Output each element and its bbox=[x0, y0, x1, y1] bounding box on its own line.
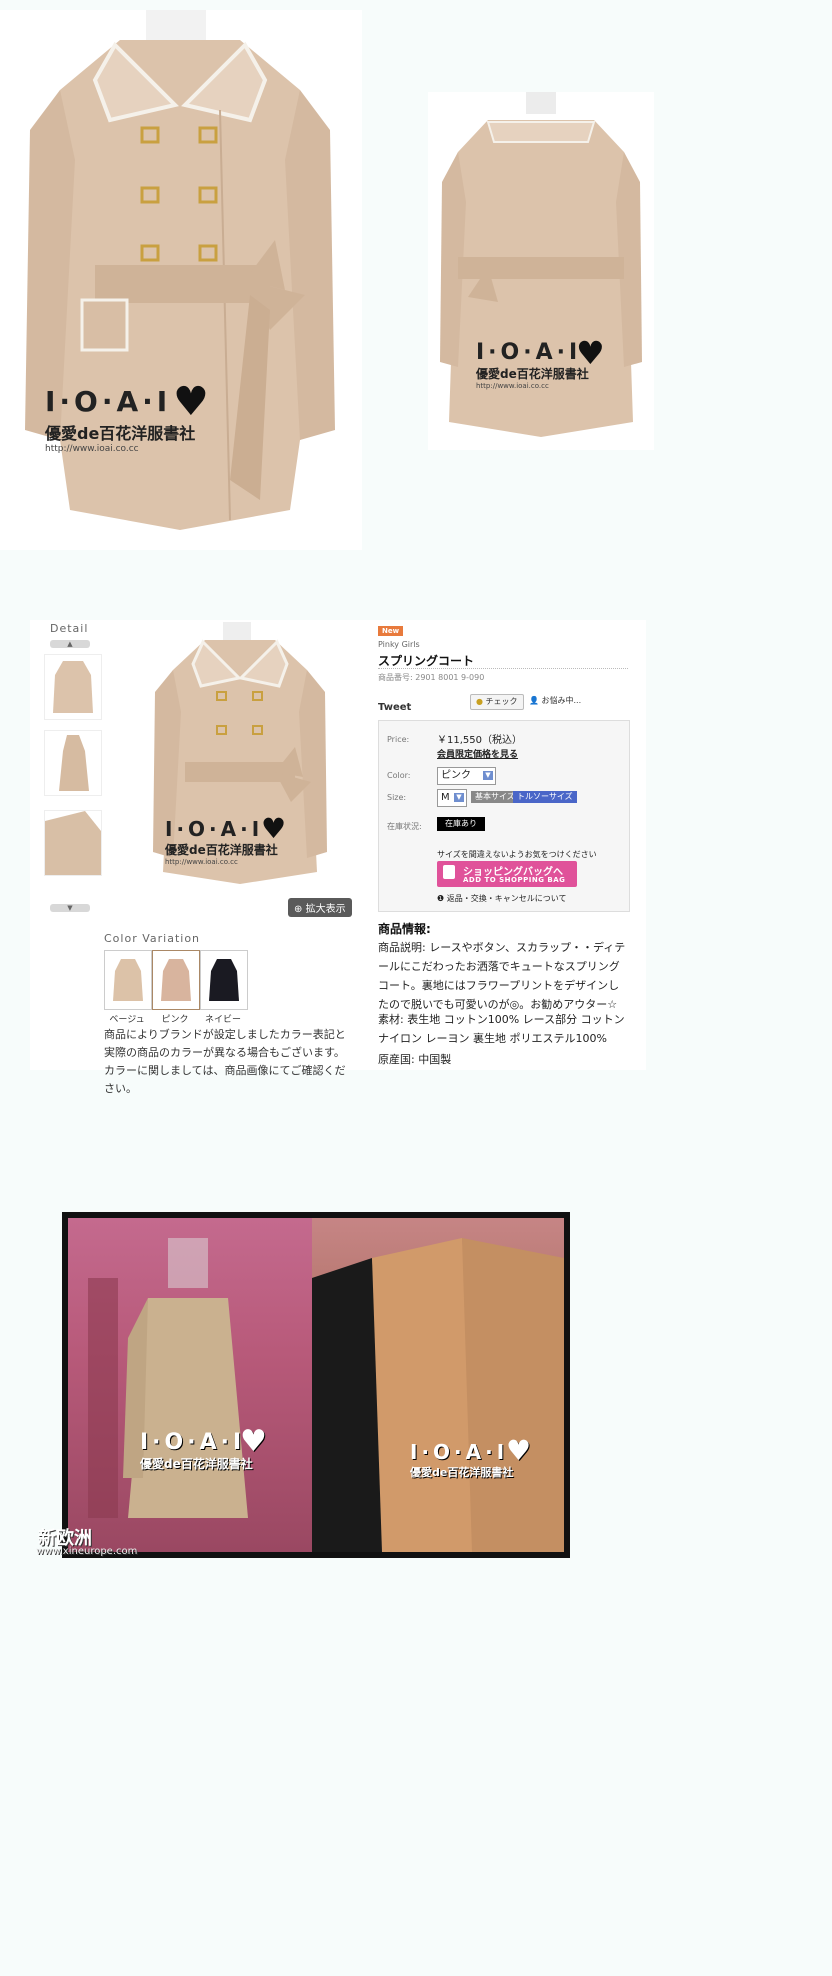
color-disclaimer: 商品によりブランドが設定しましたカラー表記と実際の商品のカラーが異なる場合もござ… bbox=[104, 1028, 346, 1095]
watermark-title: I·O·A·I bbox=[410, 1440, 509, 1464]
color-select[interactable]: ピンク ▼ bbox=[437, 767, 496, 785]
magnifier-icon: ⊕ bbox=[294, 904, 303, 915]
info-heading: 商品情報: bbox=[378, 922, 431, 936]
watermark-title: I·O·A·I bbox=[476, 340, 582, 365]
info-material: 素材: 表生地 コットン100% レース部分 コットン ナイロン レーヨン 裏生… bbox=[378, 1013, 625, 1045]
color-swatch-name: ピンク bbox=[161, 1015, 189, 1025]
watermark-back: I·O·A·I ♥ 優愛de百花洋服書社 http://www.ioai.co.… bbox=[476, 334, 605, 390]
divider bbox=[378, 668, 628, 669]
purchase-box: Price: ￥11,550（税込） 会員限定価格を見る Color: ピンク … bbox=[378, 720, 630, 912]
tweet-link[interactable]: Tweet bbox=[378, 702, 411, 713]
site-url: www.xineurope.com bbox=[36, 1546, 138, 1557]
zoom-button[interactable]: ⊕ 拡大表示 bbox=[288, 898, 352, 917]
watermark-url: http://www.ioai.co.cc bbox=[45, 444, 139, 454]
color-select-value: ピンク bbox=[441, 770, 471, 781]
shopping-bag-icon bbox=[443, 865, 455, 879]
new-badge: New bbox=[378, 626, 404, 636]
help-button[interactable]: 👤 お悩み中... bbox=[524, 694, 586, 708]
color-swatch-beige[interactable] bbox=[104, 950, 152, 1010]
info-origin: 原産国: 中国製 bbox=[378, 1053, 452, 1066]
heart-icon: ♥ bbox=[261, 812, 287, 845]
chevron-down-icon: ▼ bbox=[454, 793, 464, 802]
return-policy-label: 返品・交換・キャンセルについて bbox=[446, 894, 567, 903]
watermark-subtitle: 優愛de百花洋服書社 bbox=[410, 1466, 514, 1479]
watermark-title: I·O·A·I bbox=[140, 1430, 246, 1455]
store-photo-right bbox=[312, 1218, 564, 1552]
add-to-bag-button[interactable]: ショッピングバッグへ ADD TO SHOPPING BAG bbox=[437, 861, 577, 887]
product-page-block: Detail ▲ ▼ I·O·A·I ♥ 優愛de百花洋服書社 http://w… bbox=[30, 620, 646, 1095]
color-swatch-name: ネイビー bbox=[204, 1015, 241, 1025]
thumbnail-2[interactable] bbox=[44, 730, 102, 796]
watermark-store-right: I·O·A·I ♥ 優愛de百花洋服書社 bbox=[410, 1434, 531, 1480]
person-icon: 👤 bbox=[529, 696, 539, 705]
color-label: Color: bbox=[387, 771, 411, 780]
thumbnail-1[interactable] bbox=[44, 654, 102, 720]
zoom-button-label: 拡大表示 bbox=[305, 904, 346, 915]
color-swatch-pink[interactable] bbox=[152, 950, 200, 1010]
check-icon: ● bbox=[476, 697, 483, 706]
watermark-subtitle: 優愛de百花洋服書社 bbox=[140, 1457, 253, 1471]
watermark-main: I·O·A·I ♥ 優愛de百花洋服書社 http://www.ioai.co.… bbox=[165, 812, 286, 866]
check-button[interactable]: ● チェック bbox=[470, 694, 524, 710]
heart-icon: ♥ bbox=[576, 334, 605, 372]
coat-front-illustration bbox=[25, 10, 335, 530]
member-price-link[interactable]: 会員限定価格を見る bbox=[437, 747, 518, 760]
info-description: 商品説明: レースやボタン、スカラップ・・ディテールにこだわったお洒落でキュート… bbox=[378, 941, 626, 1011]
thumbnail-3[interactable] bbox=[44, 810, 102, 876]
alert-icon: ❶ bbox=[437, 894, 445, 903]
product-name: スプリングコート bbox=[378, 654, 475, 668]
heart-icon: ♥ bbox=[173, 379, 209, 425]
size-warning: サイズを間違えないようお気をつけください bbox=[437, 850, 597, 859]
coat-back-illustration bbox=[440, 92, 642, 437]
basic-size-button[interactable]: 基本サイズ bbox=[471, 791, 519, 803]
product-photo-front: I·O·A·I ♥ 優愛de百花洋服書社 http://www.ioai.co.… bbox=[0, 10, 362, 550]
product-photo-back: I·O·A·I ♥ 優愛de百花洋服書社 http://www.ioai.co.… bbox=[428, 92, 654, 450]
price-label: Price: bbox=[387, 735, 410, 744]
thumb-up-arrow[interactable]: ▲ bbox=[50, 640, 90, 648]
check-button-label: チェック bbox=[485, 697, 518, 706]
color-swatch-navy[interactable] bbox=[200, 950, 248, 1010]
watermark-url: http://www.ioai.co.cc bbox=[476, 382, 549, 390]
heart-icon: ♥ bbox=[240, 1424, 267, 1459]
size-select[interactable]: M ▼ bbox=[437, 789, 467, 807]
brand-name[interactable]: Pinky Girls bbox=[378, 640, 420, 649]
watermark-front: I·O·A·I ♥ 優愛de百花洋服書社 http://www.ioai.co.… bbox=[45, 379, 209, 454]
watermark-store-left: I·O·A·I ♥ 優愛de百花洋服書社 bbox=[140, 1424, 267, 1472]
chevron-down-icon: ▼ bbox=[483, 771, 493, 780]
detail-label: Detail bbox=[50, 622, 89, 635]
return-policy-link[interactable]: ❶ 返品・交換・キャンセルについて bbox=[437, 893, 566, 904]
thumb-down-arrow[interactable]: ▼ bbox=[50, 904, 90, 912]
product-number: 商品番号: 2901 8001 9-090 bbox=[378, 673, 485, 682]
watermark-subtitle: 優愛de百花洋服書社 bbox=[476, 367, 589, 381]
store-photo-left bbox=[68, 1218, 312, 1552]
color-variation-label: Color Variation bbox=[104, 932, 201, 945]
main-product-image[interactable]: I·O·A·I ♥ 優愛de百花洋服書社 http://www.ioai.co.… bbox=[135, 622, 345, 894]
watermark-url: http://www.ioai.co.cc bbox=[165, 858, 238, 866]
add-to-bag-label-en: ADD TO SHOPPING BAG bbox=[463, 876, 566, 884]
heart-icon: ♥ bbox=[506, 1434, 532, 1467]
store-photo-frame: I·O·A·I ♥ 優愛de百花洋服書社 I·O·A·I ♥ 優愛de百花洋服書… bbox=[62, 1212, 570, 1558]
color-swatch-name: ベージュ bbox=[109, 1015, 145, 1025]
torso-size-button[interactable]: トルソーサイズ bbox=[513, 791, 577, 803]
help-button-label: お悩み中... bbox=[541, 696, 582, 705]
size-label: Size: bbox=[387, 793, 407, 802]
size-select-value: M bbox=[441, 792, 450, 803]
stock-value: 在庫あり bbox=[437, 817, 485, 831]
stock-label: 在庫状況: bbox=[387, 822, 422, 831]
price-value: ￥11,550（税込） bbox=[437, 735, 522, 746]
